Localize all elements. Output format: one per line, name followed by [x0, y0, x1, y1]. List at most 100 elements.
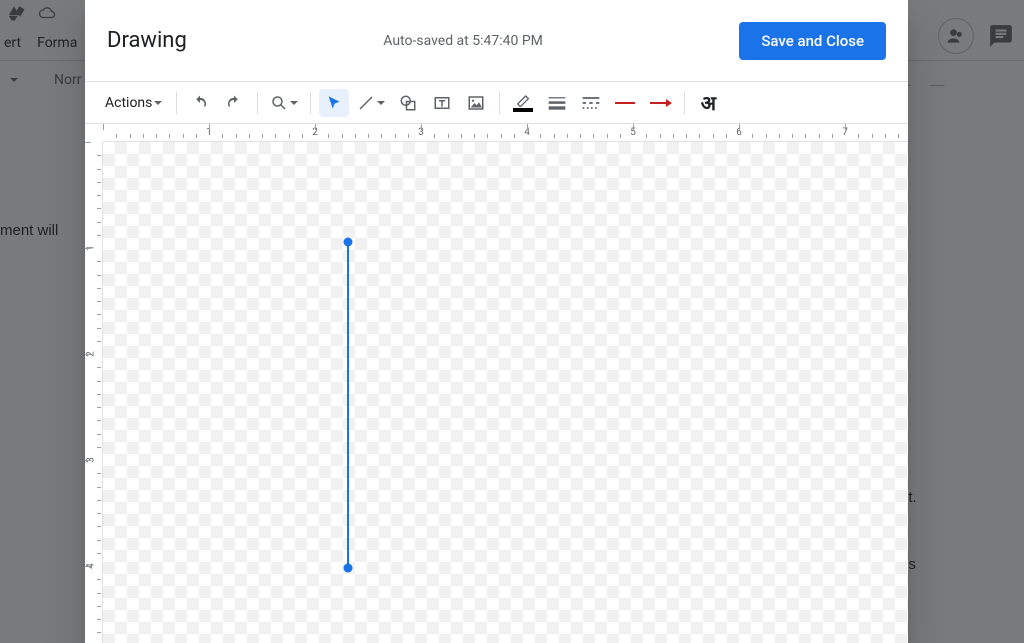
modal-title: Drawing	[107, 28, 187, 53]
ruler-tick	[673, 134, 674, 138]
image-tool-button[interactable]	[461, 89, 491, 117]
ruler-tick	[97, 606, 101, 607]
ruler-tick	[620, 134, 621, 138]
line-end-handle[interactable]	[344, 564, 353, 573]
textbox-icon	[433, 94, 451, 112]
ruler-tick	[97, 434, 101, 435]
redo-icon	[225, 94, 243, 112]
line-color-button[interactable]	[508, 89, 538, 117]
ruler-tick	[872, 134, 873, 138]
toolbar-separator	[684, 92, 685, 114]
redo-button[interactable]	[219, 89, 249, 117]
horizontal-ruler[interactable]: 1234567	[103, 124, 908, 142]
ruler-tick	[421, 124, 422, 130]
ruler-tick	[408, 134, 409, 138]
ruler-tick	[660, 134, 661, 138]
select-tool-button[interactable]	[319, 89, 349, 117]
toolbar-separator	[499, 92, 500, 114]
ruler-tick	[97, 500, 101, 501]
ruler-tick	[97, 447, 101, 448]
ruler-tick	[130, 134, 131, 138]
ruler-tick	[752, 134, 753, 138]
line-dash-button[interactable]	[576, 89, 606, 117]
line-dash-icon	[581, 95, 601, 111]
line-end-icon	[648, 98, 672, 108]
ruler-tick	[183, 134, 184, 138]
ruler-tick	[97, 155, 101, 156]
ruler-tick	[85, 566, 91, 567]
ruler-tick	[103, 124, 104, 130]
shape-icon	[399, 94, 417, 112]
line-tool-dropdown[interactable]	[353, 89, 389, 117]
ruler-tick	[97, 169, 101, 170]
ruler-tick	[156, 134, 157, 138]
ruler-tick	[97, 526, 101, 527]
shape-tool-button[interactable]	[393, 89, 423, 117]
ruler-tick	[85, 354, 91, 355]
ruler-tick	[554, 134, 555, 138]
ruler-tick	[792, 134, 793, 138]
line-start-icon	[615, 102, 635, 104]
toolbar-separator	[257, 92, 258, 114]
ruler-tick	[97, 261, 101, 262]
ruler-tick	[487, 134, 488, 138]
ruler-tick	[97, 222, 101, 223]
ruler-tick	[328, 134, 329, 138]
ruler-tick	[196, 134, 197, 138]
ruler-tick	[395, 134, 396, 138]
ruler-tick	[97, 473, 101, 474]
drawn-vertical-line[interactable]	[347, 242, 349, 568]
ruler-tick	[567, 134, 568, 138]
ruler-tick	[819, 134, 820, 138]
undo-button[interactable]	[185, 89, 215, 117]
line-icon	[357, 94, 375, 112]
ruler-tick	[646, 134, 647, 138]
ruler-tick	[85, 248, 91, 249]
ruler-tick	[262, 134, 263, 138]
ruler-tick	[97, 314, 101, 315]
ruler-tick	[779, 134, 780, 138]
ruler-tick	[699, 134, 700, 138]
line-start-button[interactable]	[610, 89, 640, 117]
ruler-tick	[97, 593, 101, 594]
drawing-modal: Drawing Auto-saved at 5:47:40 PM Save an…	[85, 0, 908, 643]
ruler-tick	[97, 579, 101, 580]
drawing-canvas[interactable]	[103, 142, 908, 643]
input-tools-button[interactable]: अ	[693, 89, 723, 117]
ruler-tick	[580, 134, 581, 138]
vertical-ruler[interactable]: 1234	[85, 142, 103, 643]
actions-label: Actions	[105, 95, 152, 111]
line-weight-button[interactable]	[542, 89, 572, 117]
ruler-tick	[448, 134, 449, 138]
zoom-dropdown[interactable]	[266, 89, 302, 117]
textbox-tool-button[interactable]	[427, 89, 457, 117]
undo-icon	[191, 94, 209, 112]
ruler-tick	[97, 540, 101, 541]
ruler-tick	[381, 134, 382, 138]
ruler-tick	[686, 134, 687, 138]
ruler-tick	[97, 407, 101, 408]
save-and-close-button[interactable]: Save and Close	[739, 22, 886, 60]
ruler-tick	[832, 134, 833, 138]
ruler-tick	[85, 460, 91, 461]
ruler-tick	[236, 134, 237, 138]
ruler-tick	[222, 134, 223, 138]
ruler-tick	[97, 420, 101, 421]
ruler-tick	[209, 124, 210, 130]
ruler-tick	[97, 301, 101, 302]
line-end-button[interactable]	[644, 89, 676, 117]
ruler-tick	[845, 124, 846, 130]
ruler-tick	[885, 134, 886, 138]
actions-dropdown[interactable]: Actions	[99, 89, 168, 117]
ruler-tick	[527, 124, 528, 130]
ruler-tick	[97, 195, 101, 196]
zoom-icon	[270, 94, 288, 112]
ruler-tick	[858, 134, 859, 138]
ruler-tick	[501, 134, 502, 138]
ruler-tick	[805, 134, 806, 138]
ruler-tick	[633, 124, 634, 130]
ruler-tick	[97, 288, 101, 289]
line-start-handle[interactable]	[344, 238, 353, 247]
chevron-down-icon	[377, 101, 385, 105]
ruler-tick	[514, 134, 515, 138]
